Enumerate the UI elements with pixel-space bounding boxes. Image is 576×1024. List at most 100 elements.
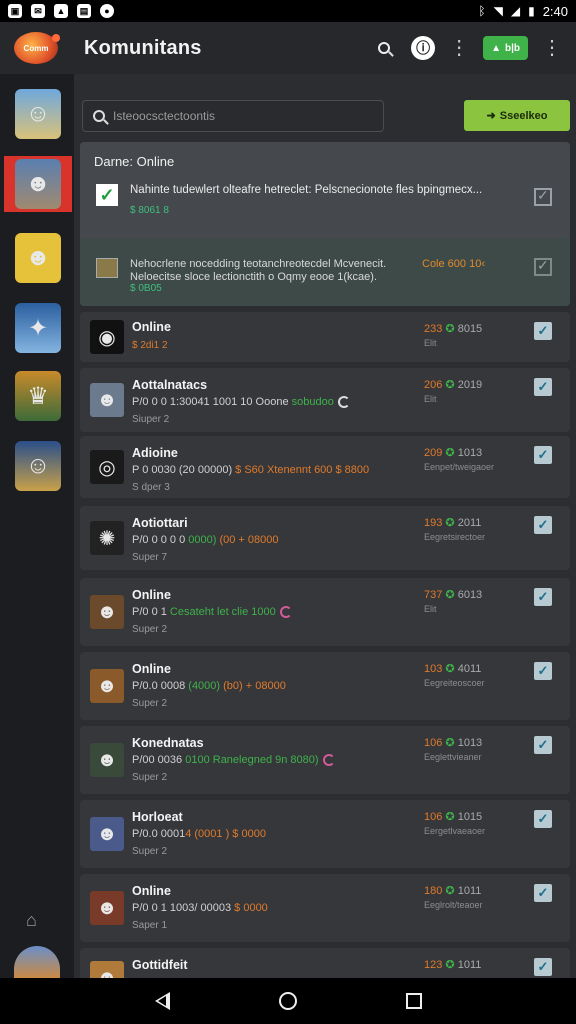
rail-avatar-2[interactable]: ☻ [4, 156, 72, 212]
card-line-orange: 4 (0001 ) $ 0000 [185, 828, 266, 840]
card-stat: 209 ✪ 1013 [424, 446, 482, 459]
gift-icon: ✪ [445, 737, 455, 749]
card-line-text: P/0.0 0008 [132, 680, 189, 692]
thumbnail: ☻ [90, 817, 124, 851]
card-stat-label: Elit [424, 338, 437, 348]
card-stat: 180 ✪ 1011 [424, 884, 481, 897]
rail-avatar-3[interactable]: ☻ [14, 232, 62, 284]
card-line-text: P 0 0030 (20 00000) [132, 464, 236, 476]
card-line: P/0.0 0008 (4000) (b0) + 08000 [132, 680, 286, 692]
card-stat-value: 106 [424, 737, 443, 749]
row-checkbox[interactable]: ✓ [534, 378, 552, 396]
list-item[interactable]: ☻ Konednatas P/00 0036 0100 Ranelegned 9n … [80, 726, 570, 794]
card-stat-value: 103 [424, 663, 443, 675]
list-item[interactable]: ☻ Online P/0.0 0008 (4000) (b0) + 08000 Sup… [80, 652, 570, 720]
card-subtitle: $ 2di1 2 [132, 340, 168, 351]
badge-button[interactable]: ▲ b|b [483, 36, 528, 60]
recent-apps-icon[interactable] [405, 993, 422, 1009]
rail-bottom-avatar[interactable] [14, 946, 60, 978]
card-stat-number: 6013 [457, 589, 483, 601]
thumbnail: ☻ [90, 891, 124, 925]
card-stat-label: Eenpet/tweigaoer [424, 462, 495, 472]
back-icon[interactable] [154, 992, 170, 1010]
list-item[interactable]: ☻ Horloeat P/0.0 00014 (0001 ) $ 0000 Super… [80, 800, 570, 868]
card-stat-value: 737 [424, 589, 443, 601]
card-line: P/0 0 0 0 0 0000) (00 + 08000 [132, 534, 279, 546]
thumbnail: ◉ [90, 320, 124, 354]
card-stat: 106 ✪ 1013 [424, 736, 482, 749]
card-title: Adioine [132, 446, 178, 460]
row-checkbox[interactable]: ✓ [534, 446, 552, 464]
card-subtitle: Super 2 [132, 846, 168, 857]
thumbnail: ☻ [90, 595, 124, 629]
row-checkbox[interactable]: ✓ [534, 588, 552, 606]
card-line-green: (4000) [188, 680, 221, 692]
card-line: P/0 0 1 Cesateht let clie 1000 [132, 606, 292, 619]
search-button[interactable] [371, 35, 397, 61]
avatar-icon: ✦ [15, 303, 61, 353]
overflow-menu-icon[interactable]: ⋮ [542, 38, 562, 58]
row-checkbox[interactable] [534, 187, 552, 206]
row-checkbox[interactable]: ✓ [534, 884, 552, 902]
rail-settings-icon[interactable]: ⌂ [26, 910, 37, 931]
card-title: Konednatas [132, 736, 204, 750]
gift-icon: ✪ [445, 379, 455, 391]
list-item[interactable]: ☻ Aottalnatacs P/0 0 0 1:30041 1001 10 Ooo… [80, 368, 570, 432]
rail-avatar-1[interactable]: ☺ [14, 88, 62, 140]
row-checkbox[interactable]: ✓ [534, 810, 552, 828]
gift-icon: ✪ [445, 323, 455, 335]
thumbnail [96, 258, 118, 278]
card-subtitle: Super 2 [132, 698, 168, 709]
primary-action-button[interactable]: ➜ Sseelkeo [464, 100, 570, 131]
card-title: Online [132, 884, 171, 898]
row-checkbox[interactable]: ✓ [534, 958, 552, 976]
list-item[interactable]: ☻ Online P/0 0 1 1003/ 00003 $ 0000 Saper 1… [80, 874, 570, 942]
check-icon[interactable]: ✓ [96, 184, 118, 206]
card-stat: 103 ✪ 4011 [424, 662, 481, 675]
list-item[interactable]: ◉ Online $ 2di1 2 233 ✪ 8015 Elit ✓ [80, 312, 570, 362]
list-item[interactable]: ◎ Adioine P 0 0030 (20 00000) $ S60 Xtenen… [80, 436, 570, 498]
row-checkbox[interactable]: ✓ [534, 736, 552, 754]
row-checkbox[interactable]: ✓ [534, 516, 552, 534]
card-stat-number: 4011 [457, 663, 482, 675]
card-line-green: 0100 Ranelegned 9n 8080) [185, 754, 319, 766]
card-stat-label: Eergetlvaeaoer [424, 826, 486, 836]
list-item[interactable]: ☻ Gottidfeit 123 ✪ 1011 ✓ [80, 948, 570, 978]
arrow-icon: ➜ [486, 110, 496, 122]
pinned-row[interactable]: ✓ Nahinte tudewlert olteafre hetreclet: … [80, 176, 570, 236]
pinned-row-text: Nahinte tudewlert olteafre hetreclet: Pe… [130, 184, 483, 196]
thumbnail: ✺ [90, 521, 124, 555]
home-icon[interactable] [278, 992, 297, 1010]
card-subtitle: S dper 3 [132, 482, 170, 493]
pinned-row-meta: $ 0B05 [130, 283, 162, 294]
card-subtitle: Siuper 2 [132, 414, 170, 425]
search-bar[interactable] [82, 100, 384, 132]
more-vert-icon[interactable]: ⋮ [449, 38, 469, 58]
row-checkbox[interactable] [534, 257, 552, 276]
card-line-green: Cesateht let clie 1000 [169, 606, 276, 618]
list-item[interactable]: ☻ Online P/0 0 1 Cesateht let clie 1000 Sup… [80, 578, 570, 646]
card-title: Online [132, 588, 171, 602]
alert-icon: ▲ [54, 4, 68, 18]
card-stat-label: Eegreiteoscoer [424, 678, 485, 688]
card-line: P 0 0030 (20 00000) $ S60 Xtenennt 600 $… [132, 464, 369, 476]
card-line-text: P/0 0 1 1003/ 00003 [132, 902, 235, 914]
row-checkbox[interactable]: ✓ [534, 662, 552, 680]
profile-avatar[interactable]: ⓘ [411, 36, 436, 60]
card-stat-number: 2019 [457, 379, 483, 391]
row-checkbox[interactable]: ✓ [534, 322, 552, 340]
list-item[interactable]: ✺ Aotiottari P/0 0 0 0 0 0000) (00 + 08000… [80, 506, 570, 570]
card-line: P/0.0 00014 (0001 ) $ 0000 [132, 828, 266, 840]
rail-avatar-6[interactable]: ☺ [14, 440, 62, 492]
pinned-row-stat: Cole 600 10‹ [422, 258, 485, 270]
primary-action-label: Sseelkeo [499, 109, 548, 122]
search-icon [93, 110, 105, 122]
card-line-orange: (00 + 08000 [216, 534, 279, 546]
app-logo[interactable]: Comm [14, 32, 60, 64]
search-input[interactable] [113, 109, 373, 123]
gift-icon: ✪ [445, 517, 455, 529]
pinned-row[interactable]: Nehocrlene nocedding teotanchreotecdel M… [80, 238, 570, 306]
rail-avatar-4[interactable]: ✦ [14, 302, 62, 354]
rail-avatar-5[interactable]: ♛ [14, 370, 62, 422]
card-stat-number: 1013 [457, 737, 483, 749]
